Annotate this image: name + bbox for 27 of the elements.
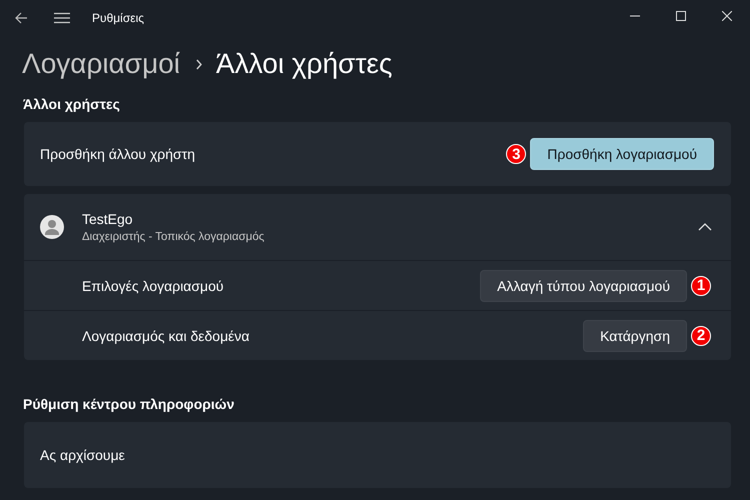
account-button[interactable]: Αλλαγή τύπου λογαριασμού [480, 270, 687, 302]
menu-button[interactable] [54, 12, 70, 24]
setting-label: Επιλογές λογαριασμού [82, 278, 224, 294]
step-marker: 1 [691, 276, 711, 296]
section-heading: Άλλοι χρήστες [22, 95, 121, 114]
section-heading: Ρύθμιση κέντρου πληροφοριών [22, 395, 236, 414]
account-button[interactable]: Προσθήκη λογαριασμού [530, 138, 714, 170]
account-button[interactable]: Κατάργηση [583, 320, 687, 352]
user-name: TestEgo [82, 211, 134, 227]
maximize-icon [676, 11, 686, 21]
setting-label: Λογαριασμός και δεδομένα [82, 328, 250, 344]
step-marker: 2 [691, 326, 711, 346]
menu-icon [54, 12, 70, 24]
step-marker: 3 [506, 144, 526, 164]
breadcrumb-link[interactable]: Λογαριασμοί [22, 48, 180, 80]
setting-label: Προσθήκη άλλου χρήστη [40, 146, 196, 162]
setting-label: Ας αρχίσουμε [40, 447, 125, 463]
avatar-icon [40, 215, 64, 239]
window-title: Ρυθμίσεις [92, 11, 144, 25]
back-button[interactable] [14, 11, 28, 25]
back-arrow-icon [14, 11, 28, 25]
user-role: Διαχειριστής - Τοπικός λογαριασμός [82, 231, 264, 243]
page-title: Άλλοι χρήστες [216, 48, 392, 80]
expand-toggle[interactable] [698, 223, 712, 231]
chevron-right-icon [196, 58, 202, 70]
chevron-up-icon [698, 223, 712, 231]
close-icon [722, 11, 732, 21]
